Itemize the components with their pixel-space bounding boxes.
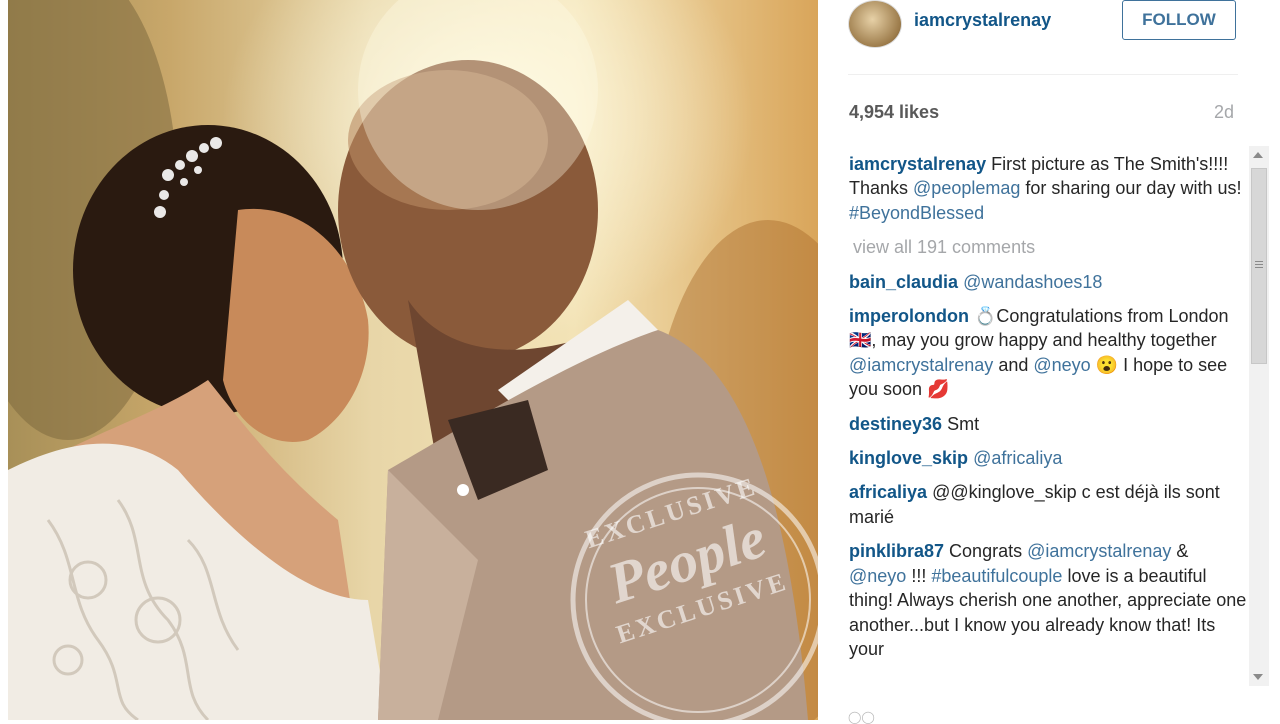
comments-scrollbar[interactable] — [1249, 146, 1269, 686]
post-photo: EXCLUSIVE People EXCLUSIVE — [8, 0, 818, 720]
mention-link[interactable]: @neyo — [849, 566, 906, 586]
comment-item: kinglove_skip @africaliya — [849, 446, 1249, 470]
comment-text: !!! — [906, 565, 932, 586]
post-header: iamcrystalrenay FOLLOW — [848, 0, 1238, 58]
comment-text: Smt — [942, 413, 980, 434]
caption-text: for sharing our day with us! — [1020, 178, 1242, 199]
comment-text: Congrats — [944, 541, 1028, 562]
comment-username[interactable]: kinglove_skip — [849, 448, 968, 468]
chevron-up-icon[interactable] — [1253, 152, 1263, 158]
scrollbar-thumb[interactable] — [1251, 168, 1267, 364]
mention-link[interactable]: @iamcrystalrenay — [1027, 541, 1171, 561]
mention-link[interactable]: @wandashoes18 — [963, 272, 1102, 292]
comment-username[interactable]: africaliya — [849, 482, 927, 502]
likes-count[interactable]: 4,954 likes — [849, 102, 939, 123]
comment-item: bain_claudia @wandashoes18 — [849, 270, 1249, 294]
post-sidebar: iamcrystalrenay FOLLOW 4,954 likes 2d ia… — [830, 0, 1280, 720]
post-time[interactable]: 2d — [1214, 102, 1234, 123]
comment-username[interactable]: iamcrystalrenay — [849, 154, 986, 174]
mention-link[interactable]: @africaliya — [973, 448, 1062, 468]
mention-link[interactable]: @peoplemag — [913, 178, 1020, 198]
comment-username[interactable]: destiney36 — [849, 414, 942, 434]
comments-fade — [830, 686, 1250, 720]
comment-username[interactable]: pinklibra87 — [849, 541, 944, 561]
comment-text: & — [1171, 541, 1189, 562]
comment-item: destiney36 Smt — [849, 412, 1249, 436]
comment-text: and — [993, 354, 1034, 375]
comment-username[interactable]: imperolondon — [849, 306, 969, 326]
avatar[interactable] — [848, 0, 902, 48]
comment-username[interactable]: bain_claudia — [849, 272, 958, 292]
comment-icon[interactable]: ◯◯ — [848, 710, 882, 724]
hashtag-link[interactable]: #beautifulcouple — [931, 566, 1062, 586]
chevron-down-icon[interactable] — [1253, 674, 1263, 680]
header-divider — [848, 74, 1238, 75]
comment-item: pinklibra87 Congrats @iamcrystalrenay & … — [849, 539, 1249, 661]
caption: iamcrystalrenay First picture as The Smi… — [849, 152, 1249, 225]
comment-item: imperolondon 💍Congratulations from Londo… — [849, 304, 1249, 402]
view-all-comments-link[interactable]: view all 191 comments — [853, 235, 1249, 259]
comment-item: africaliya @@kinglove_skip c est déjà il… — [849, 480, 1249, 529]
follow-button[interactable]: FOLLOW — [1122, 0, 1236, 40]
hashtag-link[interactable]: #BeyondBlessed — [849, 203, 984, 223]
grip-icon — [1255, 261, 1263, 269]
mention-link[interactable]: @iamcrystalrenay — [849, 355, 993, 375]
username-link[interactable]: iamcrystalrenay — [914, 10, 1051, 31]
comments-list: iamcrystalrenay First picture as The Smi… — [849, 152, 1249, 671]
mention-link[interactable]: @neyo — [1033, 355, 1090, 375]
